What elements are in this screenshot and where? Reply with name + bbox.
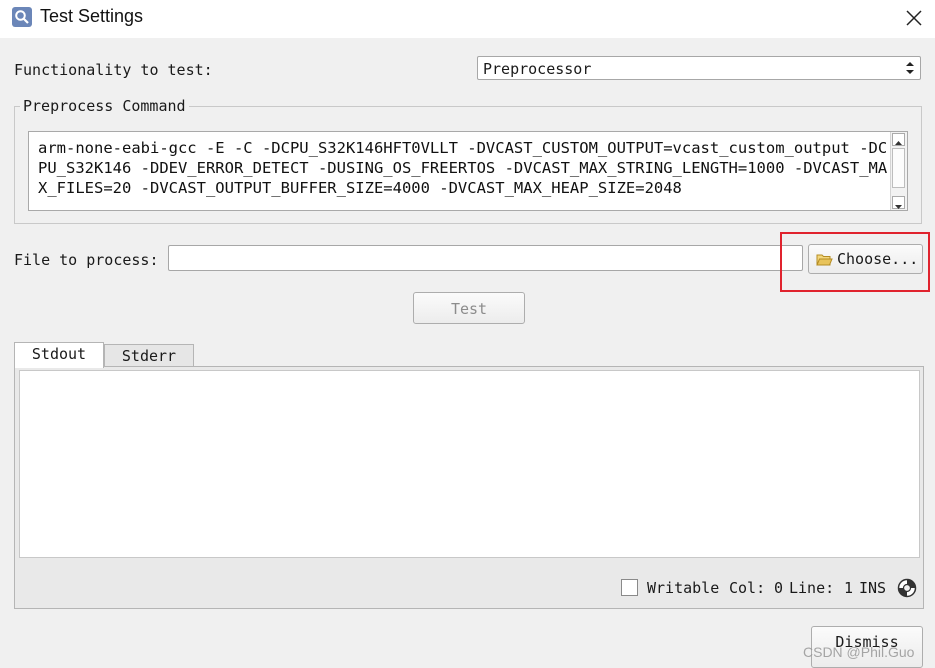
title-bar: Test Settings [0,0,935,38]
line-value: 1 [844,579,854,597]
preprocess-group-title: Preprocess Command [20,97,189,115]
window-title: Test Settings [40,6,144,26]
lifebuoy-icon[interactable] [897,578,917,598]
highlight-annotation-box [780,232,930,292]
writable-label: Writable [647,579,720,597]
updown-arrows-icon [905,60,915,80]
file-to-process-input[interactable] [168,245,803,271]
close-icon[interactable] [903,7,925,29]
functionality-label: Functionality to test: [14,61,213,79]
functionality-select[interactable]: Preprocessor [477,56,921,80]
insert-mode: INS [859,579,887,597]
tab-stdout[interactable]: Stdout [14,342,104,368]
preprocess-command-text: arm-none-eabi-gcc -E -C -DCPU_S32K146HFT… [38,139,888,197]
test-button[interactable]: Test [413,292,525,324]
tab-stderr[interactable]: Stderr [104,344,194,368]
scroll-thumb[interactable] [892,148,905,188]
col-label: Col: [729,579,766,597]
functionality-selected-value: Preprocessor [483,60,592,78]
writable-checkbox[interactable] [621,579,638,596]
command-scrollbar[interactable] [890,132,907,210]
preprocess-command-field[interactable]: arm-none-eabi-gcc -E -C -DCPU_S32K146HFT… [28,131,908,211]
tab-stderr-label: Stderr [121,347,177,365]
scroll-down-icon[interactable] [892,196,905,209]
search-app-icon [12,7,32,27]
col-value: 0 [774,579,784,597]
line-label: Line: [789,579,835,597]
file-to-process-label: File to process: [14,251,159,269]
stdout-output-area[interactable] [19,370,920,558]
scroll-up-icon[interactable] [892,133,905,146]
test-button-label: Test [450,300,488,318]
watermark-text: CSDN @Phil.Guo [803,644,915,660]
tab-stdout-label: Stdout [31,345,87,363]
